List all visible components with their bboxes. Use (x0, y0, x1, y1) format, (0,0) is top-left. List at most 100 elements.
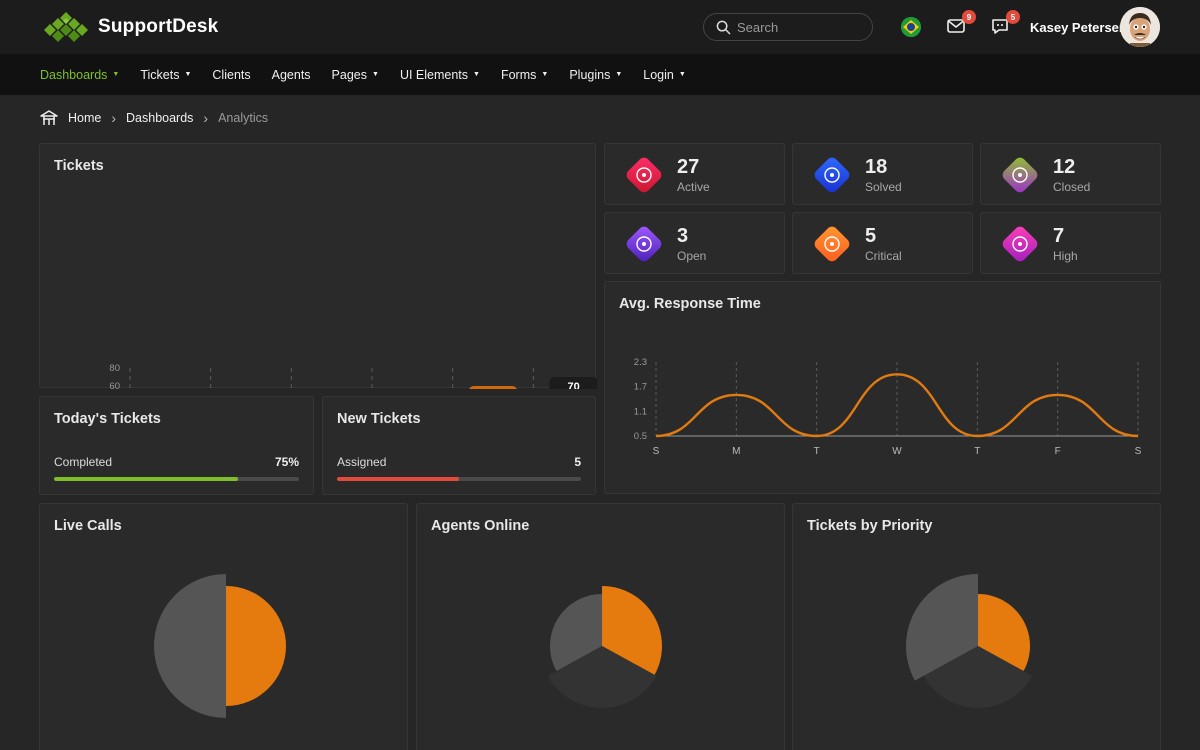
stat-value: 27 (677, 156, 699, 179)
stat-label: Active (677, 180, 710, 194)
x-tick-label: M (732, 446, 740, 457)
x-tick-label: W (892, 446, 902, 457)
stat-card-critical[interactable]: 5Critical (792, 212, 973, 274)
bar-value-label: 70 (568, 381, 580, 389)
todays-tickets-card: Today's Tickets Completed 75% (39, 396, 314, 495)
live-calls-pie-chart (40, 504, 409, 750)
progress-fill (54, 477, 238, 481)
nav-item-label: Forms (501, 68, 536, 82)
caret-down-icon: ▼ (473, 71, 480, 78)
top-header: SupportDesk Search 9 5 Kasey Petersen (0, 0, 1200, 54)
pie-slice[interactable] (226, 586, 286, 706)
stat-value: 3 (677, 225, 688, 248)
progress-bar (337, 477, 581, 481)
card-title: Today's Tickets (54, 411, 161, 427)
tickets-priority-pie-chart (793, 504, 1162, 750)
messages-badge: 5 (1006, 10, 1020, 24)
stat-card-high[interactable]: 7High (980, 212, 1161, 274)
avatar[interactable] (1120, 7, 1160, 47)
stat-label: Solved (865, 180, 902, 194)
home-icon[interactable] (40, 110, 58, 126)
nav-item-ui-elements[interactable]: UI Elements ▼ (400, 68, 480, 82)
nav-item-login[interactable]: Login ▼ (643, 68, 686, 82)
alert-triangle-icon (807, 219, 857, 269)
search-icon (716, 20, 731, 35)
tickets-chart-card: Tickets 02040608020Active30Solved40Close… (39, 143, 596, 388)
mail-badge: 9 (962, 10, 976, 24)
messages-button[interactable]: 5 (990, 16, 1012, 38)
progress-value: 5 (574, 455, 581, 469)
mail-button[interactable]: 9 (946, 16, 968, 38)
caret-down-icon: ▼ (679, 71, 686, 78)
nav-item-plugins[interactable]: Plugins▼ (569, 68, 622, 82)
stat-value: 12 (1053, 156, 1075, 179)
progress-label: Assigned (337, 455, 386, 469)
agents-online-card: Agents Online (416, 503, 785, 750)
nav-item-clients[interactable]: Clients (212, 68, 250, 82)
x-tick-label: S (653, 446, 660, 457)
stat-label: High (1053, 249, 1078, 263)
stat-label: Critical (865, 249, 902, 263)
y-tick-label: 2.3 (634, 357, 647, 368)
caret-down-icon: ▼ (184, 71, 191, 78)
nav-item-pages[interactable]: Pages▼ (332, 68, 379, 82)
stat-value: 7 (1053, 225, 1064, 248)
stat-card-solved[interactable]: 18Solved (792, 143, 973, 205)
stat-label: Open (677, 249, 706, 263)
pie-slice[interactable] (154, 574, 226, 718)
brand[interactable]: SupportDesk (40, 10, 218, 44)
nav-item-label: Pages (332, 68, 367, 82)
x-tick-label: S (1135, 446, 1142, 457)
book-icon (619, 150, 669, 200)
brazil-flag-icon[interactable] (901, 17, 921, 37)
nav-item-label: Tickets (140, 68, 179, 82)
logo-icon (40, 10, 92, 44)
stat-value: 18 (865, 156, 887, 179)
breadcrumb-home[interactable]: Home (68, 111, 101, 125)
x-tick-label: F (1055, 446, 1061, 457)
stat-card-open[interactable]: 3Open (604, 212, 785, 274)
agents-online-pie-chart (417, 504, 786, 750)
stat-card-closed[interactable]: 12Closed (980, 143, 1161, 205)
y-tick-label: 1.1 (634, 406, 647, 417)
nav-item-label: Plugins (569, 68, 610, 82)
nav-item-label: Login (643, 68, 674, 82)
nav-item-agents[interactable]: Agents (272, 68, 311, 82)
check-circle-icon (807, 150, 857, 200)
nav-item-label: UI Elements (400, 68, 468, 82)
check-circle-icon (619, 219, 669, 269)
progress-bar (54, 477, 299, 481)
y-tick-label: 60 (109, 381, 120, 389)
main-nav: Dashboards▼Tickets▼ClientsAgentsPages▼UI… (0, 54, 1200, 95)
nav-item-tickets[interactable]: Tickets ▼ (140, 68, 191, 82)
card-title: New Tickets (337, 411, 421, 427)
progress-fill (337, 477, 459, 481)
nav-item-label: Clients (212, 68, 250, 82)
nav-item-forms[interactable]: Forms ▼ (501, 68, 548, 82)
stat-card-active[interactable]: 27Active (604, 143, 785, 205)
brand-name: SupportDesk (98, 16, 218, 38)
stat-value: 5 (865, 225, 876, 248)
tickets-bar-chart: 02040608020Active30Solved40Closed50Open6… (40, 144, 597, 389)
nav-item-dashboards[interactable]: Dashboards▼ (40, 68, 119, 82)
nav-item-label: Agents (272, 68, 311, 82)
x-circle-icon (995, 150, 1045, 200)
chevron-right-icon: › (111, 110, 116, 126)
caret-down-icon: ▼ (112, 71, 119, 78)
new-tickets-card: New Tickets Assigned 5 (322, 396, 596, 495)
chevron-right-icon: › (203, 110, 208, 126)
search-placeholder: Search (737, 20, 778, 35)
y-tick-label: 80 (109, 363, 120, 374)
x-tick-label: T (974, 446, 980, 457)
user-name[interactable]: Kasey Petersen (1030, 20, 1127, 35)
breadcrumb-dashboards[interactable]: Dashboards (126, 111, 193, 125)
bar-critical[interactable] (469, 386, 517, 389)
tickets-priority-card: Tickets by Priority (792, 503, 1161, 750)
breadcrumb: Home › Dashboards › Analytics (40, 110, 268, 126)
progress-value: 75% (275, 455, 299, 469)
response-time-card: Avg. Response Time 0.51.11.72.3SMTWTFS (604, 281, 1161, 494)
caret-down-icon: ▼ (541, 71, 548, 78)
search-input[interactable]: Search (703, 13, 873, 41)
y-tick-label: 1.7 (634, 382, 647, 393)
progress-label: Completed (54, 455, 112, 469)
